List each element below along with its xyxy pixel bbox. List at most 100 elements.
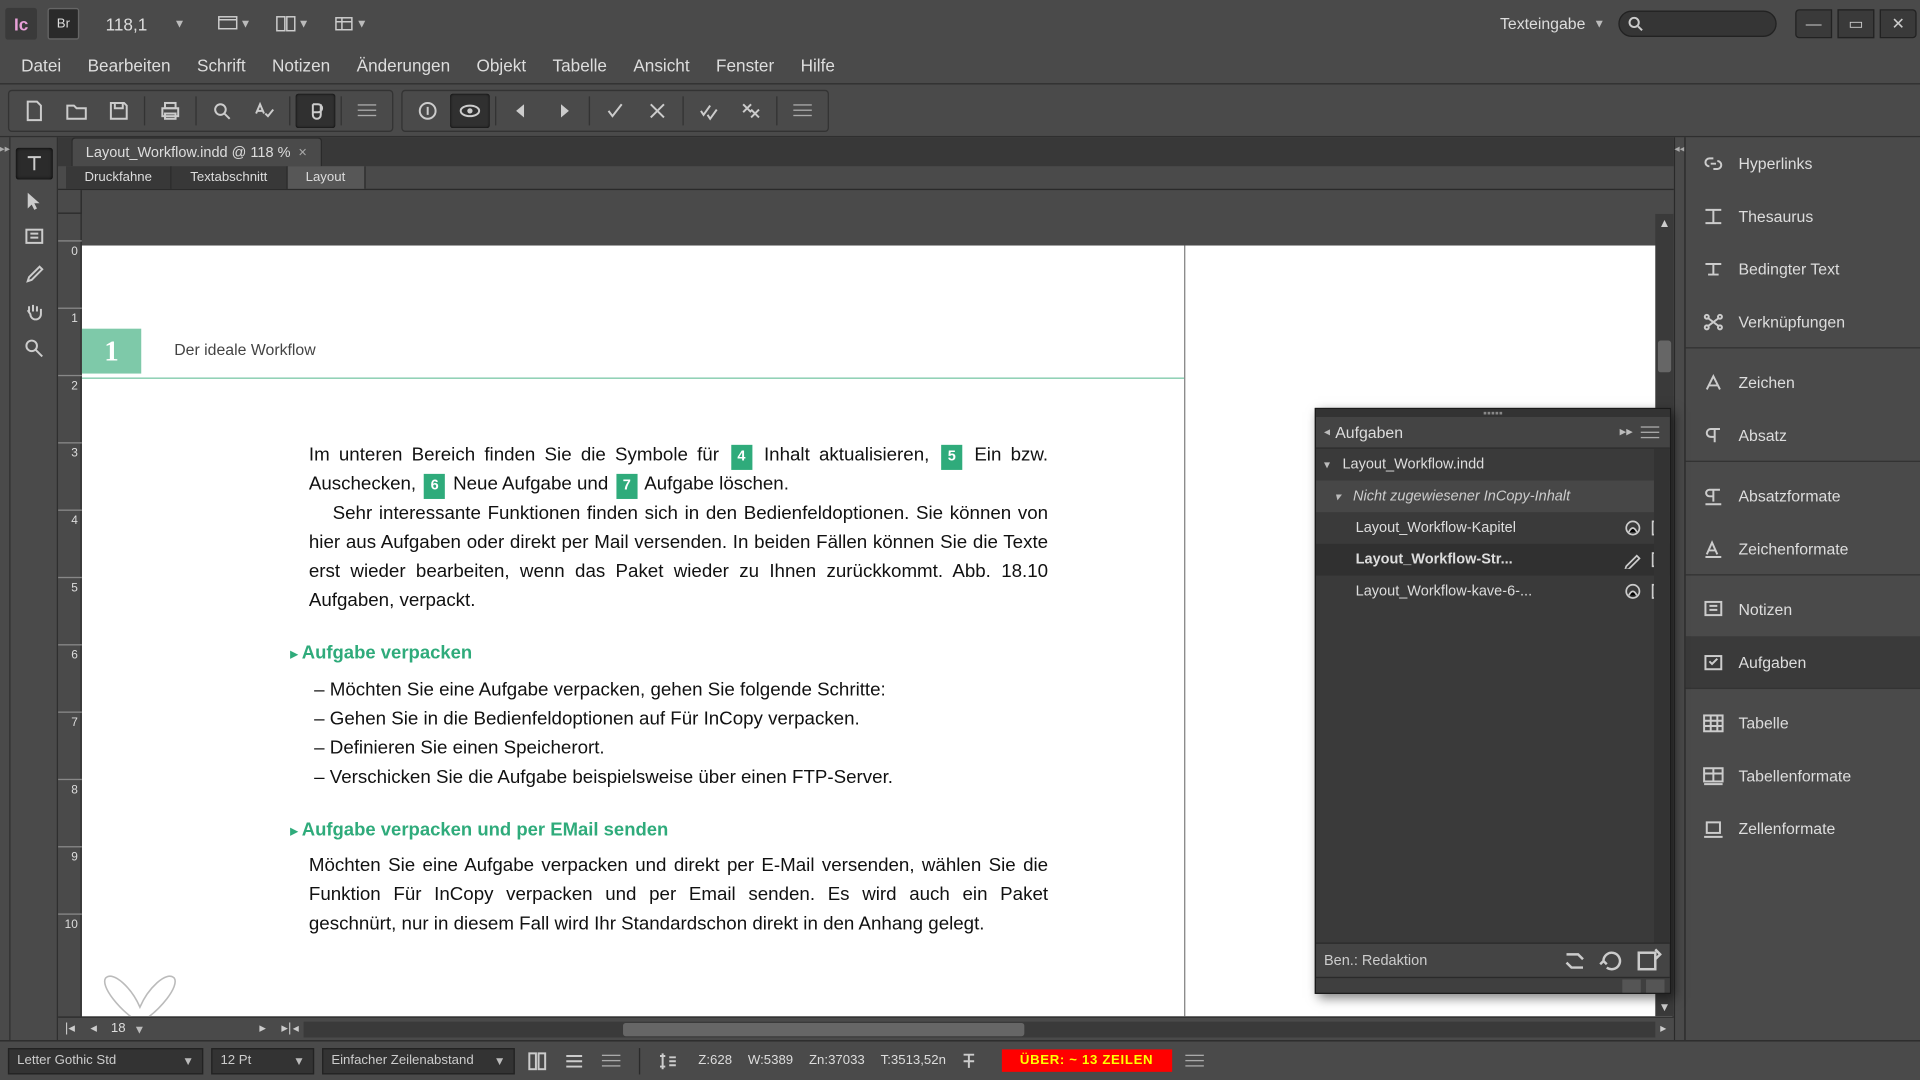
scroll-down-icon[interactable]: ▼ bbox=[1655, 998, 1673, 1016]
panel-zeichenformate[interactable]: Zeichenformate bbox=[1686, 523, 1920, 576]
close-button[interactable]: ✕ bbox=[1880, 9, 1917, 38]
scroll-up-icon[interactable]: ▲ bbox=[1655, 214, 1673, 232]
view-options-icon[interactable]: ▼ bbox=[333, 11, 367, 37]
zoom-tool[interactable] bbox=[15, 333, 52, 365]
next-change-icon[interactable] bbox=[544, 93, 584, 127]
refresh-icon[interactable] bbox=[1599, 948, 1625, 972]
reject-all-icon[interactable] bbox=[731, 93, 771, 127]
document-tab[interactable]: Layout_Workflow.indd @ 118 % × bbox=[71, 137, 321, 166]
accept-all-icon[interactable] bbox=[689, 93, 729, 127]
panel-bedingter-text[interactable]: Bedingter Text bbox=[1686, 243, 1920, 296]
panel-zeichen[interactable]: Zeichen bbox=[1686, 356, 1920, 409]
page-field[interactable]: 18▼ bbox=[106, 1022, 251, 1037]
menu-datei[interactable]: Datei bbox=[8, 50, 74, 80]
panel-hyperlinks[interactable]: Hyperlinks bbox=[1686, 137, 1920, 190]
maximize-button[interactable]: ▭ bbox=[1837, 9, 1874, 38]
assignment-item[interactable]: Layout_Workflow-Kapitel bbox=[1316, 512, 1670, 544]
view-tab-textabschnitt[interactable]: Textabschnitt bbox=[172, 166, 287, 188]
workspace-switcher[interactable]: Texteingabe ▼ bbox=[1500, 15, 1605, 33]
columns-icon[interactable] bbox=[523, 1047, 552, 1073]
print-icon[interactable] bbox=[150, 93, 190, 127]
type-tool[interactable] bbox=[15, 148, 52, 180]
close-tab-icon[interactable]: × bbox=[298, 145, 306, 161]
edit-icon[interactable] bbox=[1622, 549, 1643, 570]
menu-fenster[interactable]: Fenster bbox=[703, 50, 788, 80]
menu-tabelle[interactable]: Tabelle bbox=[539, 50, 620, 80]
first-page-button[interactable]: |◂ bbox=[58, 1018, 82, 1039]
horizontal-scrollbar[interactable]: ◂ ▸ bbox=[304, 1021, 1656, 1037]
assignments-panel[interactable]: ◂ Aufgaben ▸▸ ▾Layout_Workflow.indd ▾Nic… bbox=[1315, 408, 1671, 994]
overset-badge: ÜBER: ~ 13 ZEILEN bbox=[1001, 1049, 1171, 1071]
menu-bearbeiten[interactable]: Bearbeiten bbox=[74, 50, 183, 80]
align-icon[interactable] bbox=[560, 1047, 589, 1073]
view-tab-druckfahne[interactable]: Druckfahne bbox=[66, 166, 172, 188]
update-icon[interactable] bbox=[1562, 948, 1588, 972]
panel-zellenformate[interactable]: Zellenformate bbox=[1686, 803, 1920, 856]
open-file-icon[interactable] bbox=[57, 93, 97, 127]
segment-menu-icon[interactable] bbox=[347, 93, 387, 127]
expand-toolbox-icon[interactable]: ▸▸ bbox=[0, 137, 11, 1040]
bridge-icon[interactable]: Br bbox=[48, 8, 80, 40]
leading-combo[interactable]: Einfacher Zeilenabstand▼ bbox=[322, 1047, 515, 1073]
scroll-left-icon[interactable]: ◂ bbox=[288, 1021, 304, 1037]
panel-aufgaben[interactable]: Aufgaben bbox=[1686, 636, 1920, 689]
show-hidden-chars-icon[interactable] bbox=[296, 93, 336, 127]
menu-objekt[interactable]: Objekt bbox=[463, 50, 539, 80]
note-tool[interactable] bbox=[15, 222, 52, 254]
checkin-toggle-icon[interactable] bbox=[408, 93, 448, 127]
story-depth-icon[interactable] bbox=[653, 1047, 682, 1073]
collapse-panel-icon[interactable]: ▸▸ bbox=[1614, 420, 1638, 444]
segment-menu-icon[interactable] bbox=[783, 93, 823, 127]
minimize-button[interactable]: — bbox=[1795, 9, 1832, 38]
scrollbar-thumb[interactable] bbox=[1658, 341, 1671, 373]
menu-änderungen[interactable]: Änderungen bbox=[343, 50, 463, 80]
menu-notizen[interactable]: Notizen bbox=[259, 50, 344, 80]
prev-change-icon[interactable] bbox=[502, 93, 542, 127]
menu-ansicht[interactable]: Ansicht bbox=[620, 50, 703, 80]
panel-verknüpfungen[interactable]: Verknüpfungen bbox=[1686, 296, 1920, 349]
panel-absatzformate[interactable]: Absatzformate bbox=[1686, 470, 1920, 523]
accept-change-icon[interactable] bbox=[595, 93, 635, 127]
assignment-item[interactable]: Layout_Workflow-kave-6-... bbox=[1316, 576, 1670, 608]
bar-menu-icon[interactable] bbox=[1180, 1047, 1209, 1073]
new-assignment-icon[interactable] bbox=[1635, 948, 1661, 972]
new-file-icon[interactable] bbox=[15, 93, 55, 127]
panel-thesaurus[interactable]: Thesaurus bbox=[1686, 190, 1920, 243]
panel-scrollbar[interactable] bbox=[1654, 449, 1670, 943]
checked-out-icon[interactable] bbox=[1622, 581, 1643, 602]
bar-menu-icon[interactable] bbox=[597, 1047, 626, 1073]
track-changes-icon[interactable] bbox=[450, 93, 490, 127]
hand-tool[interactable] bbox=[15, 296, 52, 328]
checked-out-icon[interactable] bbox=[1622, 517, 1643, 538]
tree-group[interactable]: ▾Nicht zugewiesener InCopy-Inhalt bbox=[1316, 480, 1670, 512]
position-tool[interactable] bbox=[15, 185, 52, 217]
menu-hilfe[interactable]: Hilfe bbox=[787, 50, 848, 80]
expand-panels-icon[interactable]: ◂◂ bbox=[1674, 137, 1685, 1040]
prev-page-button[interactable]: ◂ bbox=[82, 1018, 106, 1039]
assignment-item[interactable]: Layout_Workflow-Str... bbox=[1316, 544, 1670, 576]
reject-change-icon[interactable] bbox=[638, 93, 678, 127]
font-combo[interactable]: Letter Gothic Std▼ bbox=[8, 1047, 203, 1073]
panel-tabellenformate[interactable]: Tabellenformate bbox=[1686, 750, 1920, 803]
size-combo[interactable]: 12 Pt▼ bbox=[211, 1047, 314, 1073]
panel-notizen[interactable]: Notizen bbox=[1686, 583, 1920, 636]
next-page-button[interactable]: ▸ bbox=[251, 1018, 275, 1039]
search-input[interactable] bbox=[1618, 11, 1776, 37]
zoom-level[interactable]: 118,1 ▼ bbox=[98, 11, 194, 36]
scrollbar-thumb[interactable] bbox=[623, 1022, 1024, 1035]
menu-schrift[interactable]: Schrift bbox=[184, 50, 259, 80]
spellcheck-icon[interactable] bbox=[244, 93, 284, 127]
collapse-icon[interactable]: ◂ bbox=[1324, 425, 1330, 440]
view-tab-layout[interactable]: Layout bbox=[287, 166, 365, 188]
body-text[interactable]: Im unteren Bereich finden Sie die Symbol… bbox=[309, 441, 1048, 939]
find-icon[interactable] bbox=[202, 93, 242, 127]
panel-menu-icon[interactable] bbox=[1638, 420, 1662, 444]
panel-tabelle[interactable]: Tabelle bbox=[1686, 697, 1920, 750]
save-icon[interactable] bbox=[99, 93, 139, 127]
panel-absatz[interactable]: Absatz bbox=[1686, 409, 1920, 462]
arrange-icon[interactable]: ▼ bbox=[275, 11, 309, 37]
screen-mode-icon[interactable]: ▼ bbox=[217, 11, 251, 37]
scroll-right-icon[interactable]: ▸ bbox=[1655, 1021, 1671, 1037]
tree-root[interactable]: ▾Layout_Workflow.indd bbox=[1316, 449, 1670, 481]
eyedropper-tool[interactable] bbox=[15, 259, 52, 291]
